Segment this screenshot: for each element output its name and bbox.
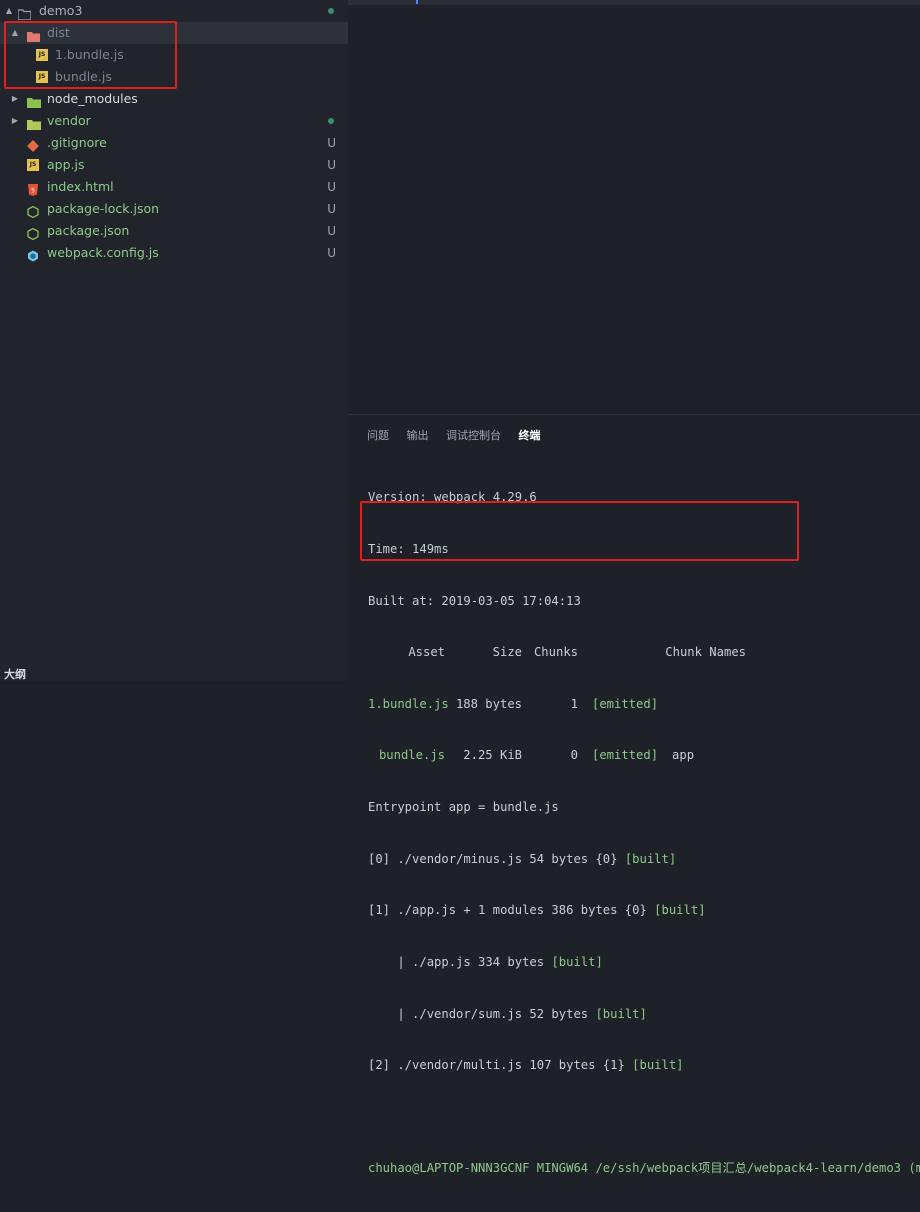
js-file-icon: JS (36, 49, 48, 61)
tree-file[interactable]: webpack.config.js U (0, 242, 348, 264)
tree-file[interactable]: 5 index.html U (0, 176, 348, 198)
module-text: [2] ./vendor/multi.js 107 bytes {1} (368, 1058, 633, 1073)
tree-folder-dist[interactable]: ▲ dist (0, 22, 348, 44)
asset-chunks: 0 (570, 748, 578, 763)
asset-name: 1.bundle.js (368, 696, 449, 711)
asset-table-header: Asset Size Chunks Chunk Names (368, 644, 920, 661)
git-status-badge: U (327, 136, 336, 150)
asset-name: bundle.js (378, 748, 445, 763)
file-label: .gitignore (47, 135, 107, 150)
terminal-output[interactable]: Version: webpack 4.29.6 Time: 149ms Buil… (368, 455, 920, 1212)
file-label: package-lock.json (47, 201, 160, 216)
webpack-icon (27, 247, 39, 262)
git-status-dot (328, 118, 334, 124)
col-asset: Asset (408, 645, 445, 660)
module-line: [2] ./vendor/multi.js 107 bytes {1} [bui… (368, 1057, 920, 1074)
asset-size: 188 bytes (455, 696, 522, 711)
module-line: | ./vendor/sum.js 52 bytes [built] (368, 1006, 920, 1023)
file-explorer: ▲ demo3 ▲ dist JS 1.bundle.js JS bundle.… (0, 0, 348, 681)
js-file-icon: JS (36, 71, 48, 83)
file-label: app.js (47, 157, 85, 172)
col-chunk-names: Chunk Names (665, 645, 746, 660)
tree-file[interactable]: package-lock.json U (0, 198, 348, 220)
col-size: Size (492, 645, 522, 660)
asset-row: 1.bundle.js 188 bytes 1 [emitted] (368, 696, 920, 713)
terminal-line-time: Time: 149ms (368, 542, 449, 557)
asset-chunks: 1 (570, 696, 578, 711)
tree-file[interactable]: JS app.js U (0, 154, 348, 176)
chevron-right-icon[interactable]: ▶ (10, 88, 20, 110)
tree-file[interactable]: JS bundle.js (0, 66, 348, 88)
asset-row: bundle.js 2.25 KiB 0 [emitted] app (368, 747, 920, 764)
tree-root-demo3[interactable]: ▲ demo3 (0, 0, 348, 22)
git-icon (27, 137, 39, 152)
terminal-line-entrypoint: Entrypoint app = bundle.js (368, 800, 559, 815)
chevron-down-icon[interactable]: ▲ (4, 0, 14, 22)
tree-file[interactable]: package.json U (0, 220, 348, 242)
tab-problems[interactable]: 问题 (367, 427, 389, 443)
git-status-badge: U (327, 202, 336, 216)
file-label: package.json (47, 223, 130, 238)
asset-status: [emitted] (592, 748, 659, 763)
tree-file[interactable]: .gitignore U (0, 132, 348, 154)
vendor-folder-icon (27, 115, 41, 130)
folder-label: node_modules (47, 91, 138, 106)
folder-label: dist (47, 25, 70, 40)
git-status-badge: U (327, 180, 336, 194)
asset-status: [emitted] (592, 696, 659, 711)
git-status-badge: U (327, 246, 336, 260)
svg-text:5: 5 (31, 188, 35, 195)
file-label: 1.bundle.js (55, 47, 124, 62)
folder-icon (27, 27, 40, 42)
module-line: | ./app.js 334 bytes [built] (368, 954, 920, 971)
module-text: [0] ./vendor/minus.js 54 bytes {0} (368, 851, 625, 866)
tree-folder-vendor[interactable]: ▶ vendor (0, 110, 348, 132)
tree-file[interactable]: JS 1.bundle.js (0, 44, 348, 66)
module-text: [1] ./app.js + 1 modules 386 bytes {0} (368, 903, 655, 918)
git-status-badge: U (327, 158, 336, 172)
terminal-prompt: chuhao@LAPTOP-NNN3GCNF MINGW64 /e/ssh/we… (368, 1161, 920, 1176)
tree-folder-node-modules[interactable]: ▶ node_modules (0, 88, 348, 110)
bottom-panel: 问题 输出 调试控制台 终端 Version: webpack 4.29.6 T… (348, 414, 920, 1175)
text-cursor (416, 0, 418, 4)
file-label: bundle.js (55, 69, 112, 84)
html-file-icon: 5 (27, 181, 39, 196)
module-line: [1] ./app.js + 1 modules 386 bytes {0} [… (368, 902, 920, 919)
tab-output[interactable]: 输出 (407, 427, 429, 443)
module-text: | ./app.js 334 bytes (368, 954, 552, 969)
col-chunks: Chunks (533, 645, 578, 660)
file-label: webpack.config.js (47, 245, 159, 260)
folder-label: vendor (47, 113, 91, 128)
asset-size: 2.25 KiB (463, 748, 522, 763)
terminal-line-version: Version: webpack 4.29.6 (368, 490, 537, 505)
node-folder-icon (27, 93, 41, 108)
tab-terminal[interactable]: 终端 (519, 427, 541, 443)
file-label: index.html (47, 179, 114, 194)
module-tag: [built] (632, 1058, 684, 1073)
asset-chunk-names: app (672, 748, 695, 763)
folder-icon (17, 5, 32, 21)
module-text: | ./vendor/sum.js 52 bytes (368, 1006, 596, 1021)
chevron-right-icon[interactable]: ▶ (10, 110, 20, 132)
panel-tabs: 问题 输出 调试控制台 终端 (367, 427, 555, 443)
module-tag: [built] (654, 903, 706, 918)
git-status-dot (328, 8, 334, 14)
module-tag: [built] (624, 851, 677, 866)
chevron-down-icon[interactable]: ▲ (10, 22, 20, 44)
terminal-line-built: Built at: 2019-03-05 17:04:13 (368, 593, 581, 608)
tree-root-label: demo3 (39, 3, 83, 18)
git-status-badge: U (327, 224, 336, 238)
module-tag: [built] (595, 1006, 647, 1021)
tab-debug-console[interactable]: 调试控制台 (446, 427, 501, 443)
editor-area[interactable] (348, 0, 920, 5)
module-line: [0] ./vendor/minus.js 54 bytes {0} [buil… (368, 851, 920, 868)
outline-section-header[interactable]: 大纲 (0, 668, 348, 681)
module-tag: [built] (551, 954, 603, 969)
node-package-icon (27, 225, 39, 241)
js-file-icon: JS (27, 159, 39, 171)
node-package-icon (27, 203, 39, 219)
